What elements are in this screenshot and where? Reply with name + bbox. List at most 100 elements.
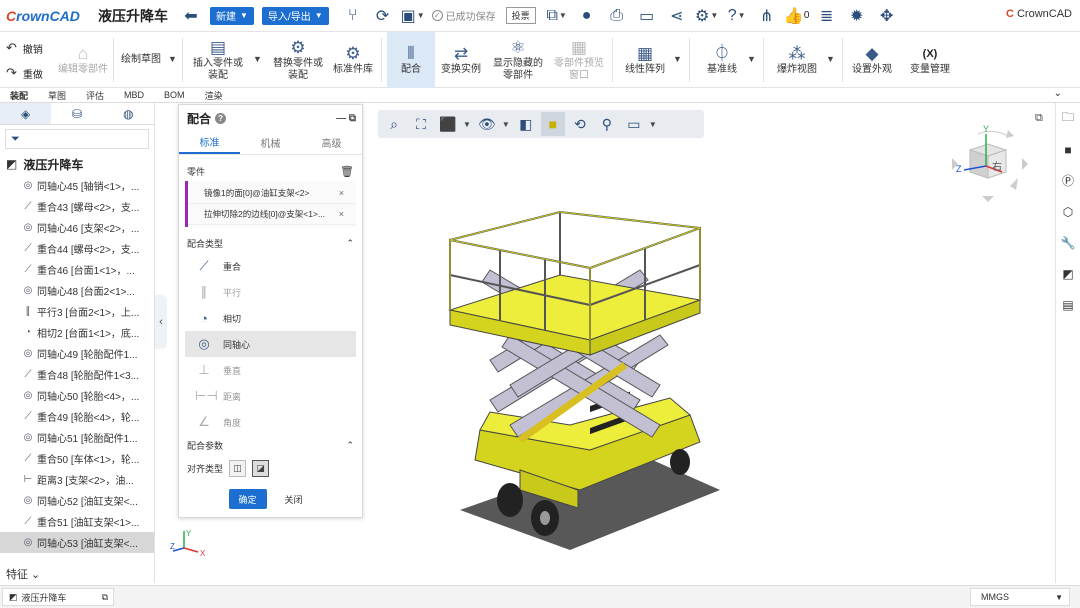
datum-line-button[interactable]: ⏀ 基准线: [700, 32, 744, 88]
book-icon[interactable]: ▤: [1056, 289, 1080, 320]
mate-button[interactable]: ⫴ 配合: [387, 32, 435, 88]
tree-item[interactable]: ⟋ 重合51 [油缸支架<1>...: [0, 511, 154, 532]
help-icon[interactable]: ? ▼: [725, 4, 749, 28]
shaded-display-icon[interactable]: ■: [540, 112, 565, 136]
mate-perpendicular[interactable]: ⊥ 垂直: [185, 357, 356, 383]
viewport-window-icon[interactable]: ⧉: [1035, 112, 1043, 125]
mate-concentric[interactable]: ◎ 同轴心: [185, 331, 356, 357]
new-button[interactable]: 新建 ▼: [210, 6, 254, 25]
panel-window-buttons[interactable]: — ⧉: [336, 113, 356, 124]
edit-part-button[interactable]: ⌂ 编辑零部件: [54, 32, 112, 88]
back-arrow-icon[interactable]: ⬅: [179, 4, 203, 28]
redo-button[interactable]: ↷ 重做: [6, 65, 43, 81]
tree-item[interactable]: ◎ 同轴心51 [轮胎配件1...: [0, 427, 154, 448]
insert-chevron-down-icon[interactable]: ▼: [253, 54, 262, 64]
variable-manager-button[interactable]: (X) 变量管理: [904, 32, 956, 88]
ribbon-collapse-icon[interactable]: ⌄: [1044, 88, 1072, 99]
linear-pattern-button[interactable]: ▦ 线性阵列: [620, 32, 670, 88]
section-view-icon[interactable]: ◧: [514, 112, 538, 136]
show-hidden-parts-button[interactable]: ⚛ 显示隐藏的 零部件: [490, 32, 546, 88]
print-icon[interactable]: ⎙: [605, 4, 629, 28]
refresh-icon[interactable]: ⟳: [371, 4, 395, 28]
units-select[interactable]: MMGS ▼: [970, 588, 1070, 606]
tree-item[interactable]: ⟋ 重合48 [轮胎配件1<3...: [0, 364, 154, 385]
close-button[interactable]: 关闭: [275, 489, 313, 509]
tab-evaluate[interactable]: 评估: [76, 89, 114, 102]
save-icon[interactable]: ▣ ▼: [401, 4, 425, 28]
exploded-chevron-down-icon[interactable]: ▼: [826, 54, 835, 64]
orientation-chevron-down-icon[interactable]: ▼: [463, 120, 471, 129]
tab-mechanical[interactable]: 机械: [240, 131, 301, 154]
eye-chevron-down-icon[interactable]: ▼: [502, 120, 510, 129]
undo-button[interactable]: ↶ 撤销: [6, 40, 43, 56]
hierarchy-icon[interactable]: ⋔: [755, 4, 779, 28]
mate-angle[interactable]: ∠ 角度: [185, 409, 356, 435]
display-settings-icon[interactable]: ▭: [622, 112, 646, 136]
set-appearance-button[interactable]: ◆ 设置外观: [848, 32, 896, 88]
screen-icon[interactable]: ▭: [635, 4, 659, 28]
import-export-button[interactable]: 导入/导出 ▼: [261, 6, 329, 25]
selected-part-1[interactable]: 镜像1的面[0]@油缸支架<2> ×: [188, 183, 356, 204]
view-orientation-icon[interactable]: ⬛: [436, 112, 460, 136]
tab-assembly[interactable]: 装配: [0, 89, 38, 102]
transform-instance-button[interactable]: ⇄ 变换实例: [437, 32, 485, 88]
tab-mbd[interactable]: MBD: [114, 90, 154, 100]
collapse-panel-handle[interactable]: ‹: [155, 295, 167, 349]
mate-coincident[interactable]: ⟋ 重合: [185, 253, 356, 279]
mate-tangent[interactable]: ◔ 相切: [185, 305, 356, 331]
camera-icon[interactable]: ■: [1056, 134, 1080, 165]
feedback-button[interactable]: 投票: [505, 7, 536, 24]
tree-item[interactable]: ◎ 同轴心48 [台面2<1>...: [0, 280, 154, 301]
tab-sketch[interactable]: 草图: [38, 89, 76, 102]
tree-item[interactable]: ◔ 相切2 [台面1<1>，底...: [0, 322, 154, 343]
tree-item[interactable]: ⊢ 距离3 [支架<2>，油...: [0, 469, 154, 490]
exploded-view-button[interactable]: ⁂ 爆炸视图: [772, 32, 822, 88]
tree-item[interactable]: ⟋ 重合50 [车体<1>，轮...: [0, 448, 154, 469]
view-cube[interactable]: Y Z 右: [948, 120, 1032, 206]
zoom-icon[interactable]: ⌕: [382, 112, 406, 136]
plugin-icon[interactable]: ✥: [875, 4, 899, 28]
tree-item[interactable]: ◎ 同轴心53 [油缸支架<...: [0, 532, 154, 553]
datum-chevron-down-icon[interactable]: ▼: [747, 54, 756, 64]
trash-icon[interactable]: 🗑: [340, 165, 354, 178]
filter-input[interactable]: ⏷: [5, 129, 149, 149]
parts-selection-box[interactable]: 镜像1的面[0]@油缸支架<2> × 拉伸切除2的边线[0]@支架<1>... ×: [185, 181, 356, 227]
tab-render[interactable]: 渲染: [195, 89, 233, 102]
share-icon[interactable]: ⋖: [665, 4, 689, 28]
pattern-chevron-down-icon[interactable]: ▼: [673, 54, 682, 64]
mate-distance[interactable]: ⊢⊣ 距离: [185, 383, 356, 409]
tree-item[interactable]: ⟋ 重合43 [螺母<2>，支...: [0, 196, 154, 217]
window-layout-icon[interactable]: ⧉ ▼: [545, 4, 569, 28]
feature-section-toggle[interactable]: 特征 ⌄: [6, 566, 40, 582]
search-icon[interactable]: ●: [575, 4, 599, 28]
sketch-chevron-down-icon[interactable]: ▼: [168, 54, 177, 64]
align-aligned-icon[interactable]: ◫: [229, 459, 247, 477]
tree-item[interactable]: ◎ 同轴心46 [支架<2>，...: [0, 217, 154, 238]
fit-view-icon[interactable]: ⛶: [409, 112, 433, 136]
branch-icon[interactable]: ⑂: [341, 4, 365, 28]
tree-item[interactable]: ◎ 同轴心50 [轮胎<4>，...: [0, 385, 154, 406]
selected-part-2[interactable]: 拉伸切除2的边线[0]@支架<1>... ×: [188, 204, 356, 225]
insert-part-button[interactable]: ▤ 插入零件或 装配: [188, 32, 248, 88]
parameter-p-icon[interactable]: Ⓟ: [1056, 165, 1080, 196]
replace-part-button[interactable]: ⚙ 替换零件或 装配: [268, 32, 328, 88]
document-tab[interactable]: ◩ 液压升降车 ⧉: [2, 588, 114, 606]
wrench-icon[interactable]: 🔧: [1056, 227, 1080, 258]
mate-parallel[interactable]: ∥ 平行: [185, 279, 356, 305]
display-chevron-down-icon[interactable]: ▼: [649, 120, 657, 129]
mate-types-label[interactable]: 配合类型 ⌃: [179, 233, 362, 253]
tree-item[interactable]: ◎ 同轴心52 [油缸支架<...: [0, 490, 154, 511]
mate-params-label[interactable]: 配合参数 ⌃: [179, 435, 362, 455]
tree-item[interactable]: ⟋ 重合49 [轮胎<4>，轮...: [0, 406, 154, 427]
part-preview-window-button[interactable]: ▦ 零部件预览 窗口: [550, 32, 608, 88]
tab-standard[interactable]: 标准: [179, 131, 240, 154]
remove-icon[interactable]: ×: [339, 209, 344, 219]
checker-icon[interactable]: ◩: [1056, 258, 1080, 289]
tab-advanced[interactable]: 高级: [301, 131, 362, 154]
rotate-view-icon[interactable]: ⟲: [568, 112, 592, 136]
ok-button[interactable]: 确定: [228, 489, 267, 509]
tree-root[interactable]: ◩ 液压升降车: [0, 153, 154, 175]
like-icon[interactable]: 👍 0: [784, 4, 809, 28]
scissor-lift-model[interactable]: [420, 150, 760, 560]
database-icon[interactable]: ≣: [815, 4, 839, 28]
